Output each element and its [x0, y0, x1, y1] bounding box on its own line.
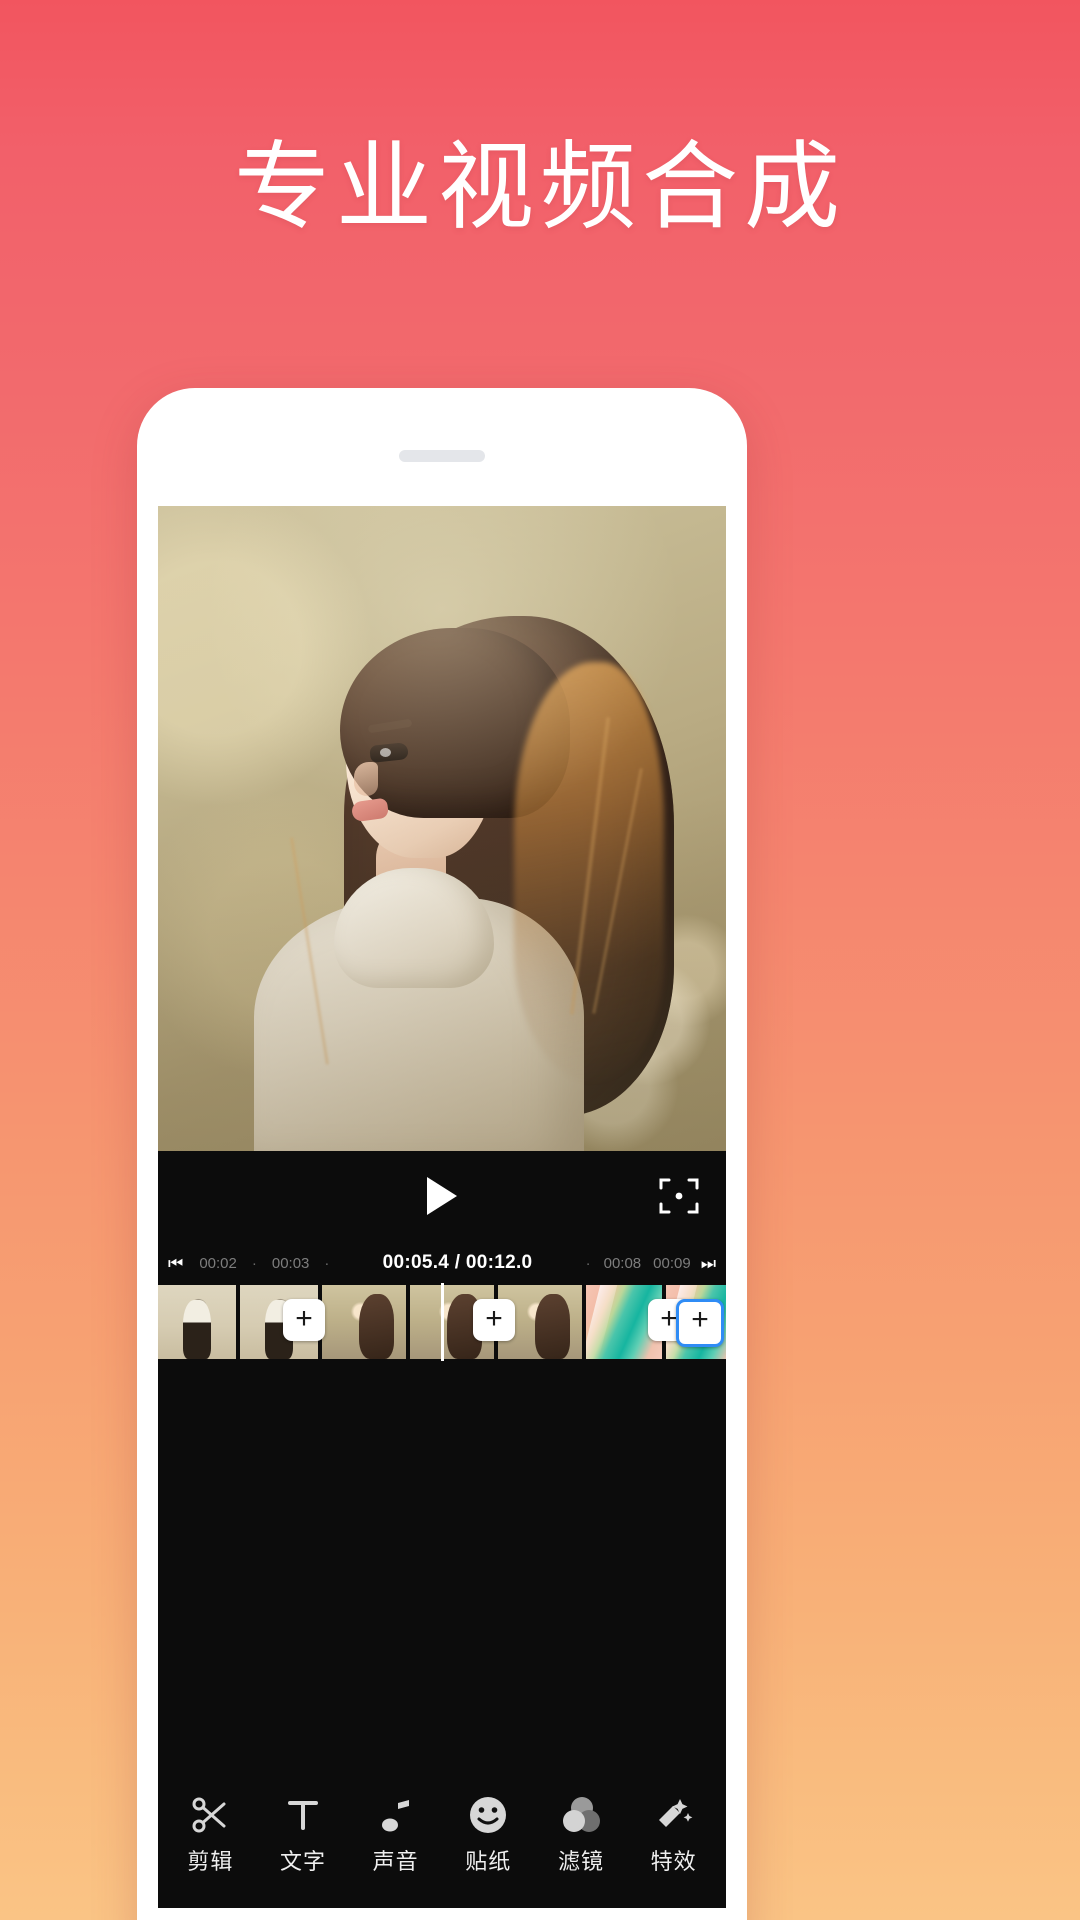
tool-label: 滤镜 — [557, 1849, 604, 1874]
ruler-tick-label: 00:03 — [271, 1254, 310, 1272]
tool-button-filter[interactable]: 滤镜 — [538, 1792, 624, 1874]
add-transition-button[interactable]: + — [473, 1299, 515, 1341]
timeline-strip[interactable]: + + + + — [158, 1283, 726, 1361]
tool-label: 特效 — [650, 1849, 697, 1874]
promo-page: 专业视频合成 ⏮ 00:02 · 00:03 · 00:05.4 / 00:12… — [0, 0, 1080, 1920]
tool-button-effects[interactable]: 特效 — [631, 1792, 717, 1874]
ruler-tick-dot: · — [251, 1254, 257, 1272]
tool-button-sound[interactable]: 声音 — [353, 1792, 439, 1874]
ruler-tick-dot: · — [324, 1254, 330, 1272]
timeline-clip[interactable] — [158, 1285, 236, 1359]
music-note-icon — [373, 1792, 419, 1838]
player-control-bar — [158, 1151, 726, 1243]
ruler-tick-dot: · — [585, 1254, 591, 1272]
smiley-sticker-icon — [465, 1792, 511, 1838]
preview-vignette — [158, 506, 726, 1151]
video-preview[interactable] — [158, 506, 726, 1151]
playhead-indicator[interactable] — [441, 1283, 444, 1361]
tool-button-sticker[interactable]: 贴纸 — [445, 1792, 531, 1874]
filter-circles-icon — [558, 1792, 604, 1838]
phone-mockup: ⏮ 00:02 · 00:03 · 00:05.4 / 00:12.0 · 00… — [137, 388, 747, 1920]
speaker-grille — [399, 450, 485, 462]
tool-label: 剪辑 — [187, 1849, 234, 1874]
tool-button-text[interactable]: 文字 — [260, 1792, 346, 1874]
scissors-icon — [187, 1792, 233, 1838]
ruler-tick-label: 00:02 — [199, 1254, 237, 1272]
tool-label: 文字 — [279, 1849, 326, 1874]
magic-wand-sparkle-icon — [651, 1792, 697, 1838]
timeline-ruler[interactable]: ⏮ 00:02 · 00:03 · 00:05.4 / 00:12.0 · 00… — [158, 1243, 726, 1283]
timeline-clip[interactable] — [322, 1285, 406, 1359]
tool-label: 声音 — [372, 1849, 419, 1874]
add-clip-button-selected[interactable]: + — [676, 1299, 724, 1347]
skip-previous-icon[interactable]: ⏮ — [168, 1255, 183, 1272]
tool-label: 贴纸 — [465, 1849, 512, 1874]
app-screen: ⏮ 00:02 · 00:03 · 00:05.4 / 00:12.0 · 00… — [158, 506, 726, 1908]
ruler-tick-label: 00:09 — [653, 1254, 691, 1272]
skip-next-icon[interactable]: ⏭ — [701, 1255, 716, 1272]
ruler-tick-label: 00:08 — [603, 1254, 642, 1272]
text-t-icon — [280, 1792, 326, 1838]
crop-frame-icon[interactable] — [656, 1173, 702, 1219]
play-icon[interactable] — [427, 1177, 457, 1215]
page-title: 专业视频合成 — [234, 134, 846, 241]
tool-button-edit[interactable]: 剪辑 — [167, 1792, 253, 1874]
add-transition-button[interactable]: + — [283, 1299, 325, 1341]
time-display: 00:05.4 / 00:12.0 — [382, 1252, 533, 1273]
bottom-toolbar: 剪辑 文字 声音 贴纸 滤镜 特效 — [158, 1758, 726, 1908]
